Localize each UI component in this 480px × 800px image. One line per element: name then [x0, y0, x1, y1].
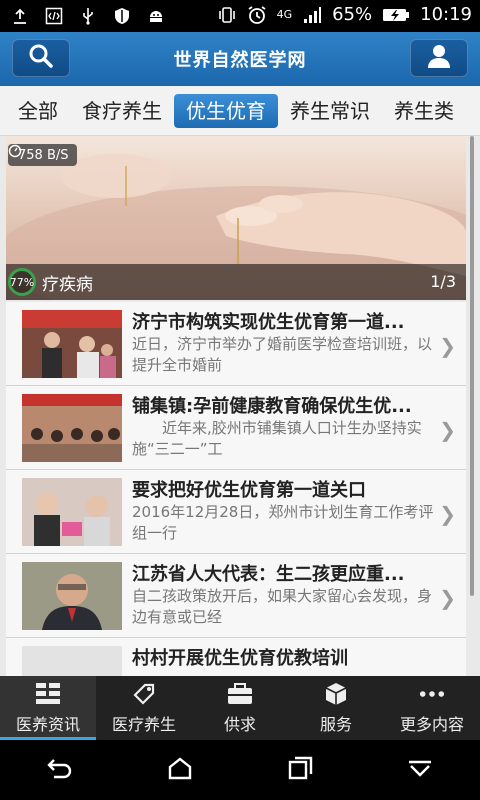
article-summary: 2016年12月28日，郑州市计划生育工作考评组一行 [132, 503, 434, 542]
article-title: 要求把好优生优育第一道关口 [132, 480, 366, 501]
notification-shade-button[interactable] [400, 750, 440, 790]
signal-icon [302, 5, 322, 25]
user-button[interactable] [410, 39, 468, 77]
code-icon [44, 6, 64, 26]
article-summary: 近年来,胶州市铺集镇人口计生办坚持实施“三二一”工 [132, 419, 422, 458]
nav-label: 医养资讯 [15, 715, 80, 734]
tab-all[interactable]: 全部 [6, 94, 70, 128]
battery-percent: 65% [332, 4, 373, 25]
system-nav-bar [0, 740, 480, 800]
nav-medical-health[interactable]: 医疗养生 [96, 676, 192, 740]
network-speed: 758 B/S [18, 147, 69, 163]
vibrate-icon [217, 5, 237, 25]
status-bar: 4G 65% 10:19 [0, 0, 480, 32]
article-title: 村村开展优生优育优教培训 [132, 648, 348, 669]
network-type: 4G [276, 7, 293, 21]
article-thumbnail [22, 646, 122, 676]
banner-page-indicator: 1/3 [430, 272, 456, 291]
chevron-right-icon: ❯ [439, 502, 456, 526]
home-icon [167, 756, 193, 784]
list-item[interactable]: 村村开展优生优育优教培训 [6, 638, 466, 676]
recent-apps-icon [287, 756, 313, 784]
article-title: 济宁市构筑实现优生优育第一道... [132, 312, 405, 333]
article-thumbnail [22, 478, 122, 546]
recent-apps-button[interactable] [280, 750, 320, 790]
banner-title: 疗疾病 [42, 275, 93, 295]
battery-charging-icon [382, 5, 410, 25]
article-summary: 近日，济宁市举办了婚前医学检查培训班，以提升全市婚前 [132, 335, 433, 374]
usb-icon [78, 6, 98, 26]
tab-eugenics[interactable]: 优生优育 [174, 93, 278, 128]
nav-label: 医疗养生 [111, 715, 176, 734]
nav-supply-demand[interactable]: 供求 [192, 676, 288, 740]
list-item[interactable]: 济宁市构筑实现优生优育第一道... 近日，济宁市举办了婚前医学检查培训班，以提升… [6, 302, 466, 386]
chevron-down-icon [407, 758, 433, 782]
chevron-right-icon: ❯ [439, 418, 456, 442]
user-icon [426, 43, 452, 73]
upload-notification-icon [10, 6, 30, 26]
bottom-nav: 医养资讯 医疗养生 供求 服务 更多内容 [0, 676, 480, 740]
android-icon [146, 6, 166, 26]
cube-icon [323, 681, 349, 707]
article-thumbnail [22, 562, 122, 630]
nav-label: 更多内容 [399, 715, 464, 734]
article-title: 铺集镇:孕前健康教育确保优生优... [132, 396, 412, 417]
tag-icon [131, 681, 157, 707]
scrollbar[interactable] [470, 136, 474, 596]
category-tabs: 全部 食疗养生 优生优育 养生常识 养生类 [0, 86, 480, 136]
alarm-icon [247, 5, 267, 25]
grid-icon [35, 681, 61, 707]
home-button[interactable] [160, 750, 200, 790]
clock: 10:19 [420, 4, 472, 25]
tab-diet-therapy[interactable]: 食疗养生 [70, 94, 174, 128]
back-button[interactable] [40, 750, 80, 790]
article-thumbnail [22, 394, 122, 462]
list-item[interactable]: 铺集镇:孕前健康教育确保优生优... 近年来,胶州市铺集镇人口计生办坚持实施“三… [6, 386, 466, 470]
memory-boost-badge[interactable]: 77% [8, 268, 36, 296]
more-dots-icon [419, 681, 445, 707]
article-list: 济宁市构筑实现优生优育第一道... 近日，济宁市举办了婚前医学检查培训班，以提升… [6, 302, 466, 676]
nav-services[interactable]: 服务 [288, 676, 384, 740]
article-title: 江苏省人大代表：生二孩更应重... [132, 564, 405, 585]
chevron-right-icon: ❯ [439, 334, 456, 358]
app-title: 世界自然医学网 [173, 50, 307, 71]
nav-health-news[interactable]: 医养资讯 [0, 676, 96, 740]
nav-label: 服务 [319, 715, 352, 734]
shield-icon [112, 6, 132, 26]
network-speed-indicator: 758 B/S [8, 144, 77, 166]
chevron-right-icon: ❯ [439, 586, 456, 610]
list-item[interactable]: 要求把好优生优育第一道关口 2016年12月28日，郑州市计划生育工作考评组一行… [6, 470, 466, 554]
nav-more[interactable]: 更多内容 [384, 676, 480, 740]
back-icon [46, 756, 74, 784]
main-content: 758 B/S 疗疾病 1/3 77% 济宁市构筑实现优生优育第一道... 近日… [0, 136, 480, 676]
featured-banner[interactable]: 758 B/S 疗疾病 1/3 77% [6, 136, 466, 300]
app-header: 世界自然医学网 [0, 32, 480, 86]
list-item[interactable]: 江苏省人大代表：生二孩更应重... 自二孩政策放开后，如果大家留心会发现，身边有… [6, 554, 466, 638]
article-summary: 自二孩政策放开后，如果大家留心会发现，身边有意或已经 [132, 587, 433, 626]
tab-health-more[interactable]: 养生类 [382, 94, 466, 128]
nav-label: 供求 [223, 715, 256, 734]
briefcase-icon [227, 681, 253, 707]
article-thumbnail [22, 310, 122, 378]
banner-caption-bar: 疗疾病 1/3 77% [6, 264, 466, 300]
tab-health-knowledge[interactable]: 养生常识 [278, 94, 382, 128]
